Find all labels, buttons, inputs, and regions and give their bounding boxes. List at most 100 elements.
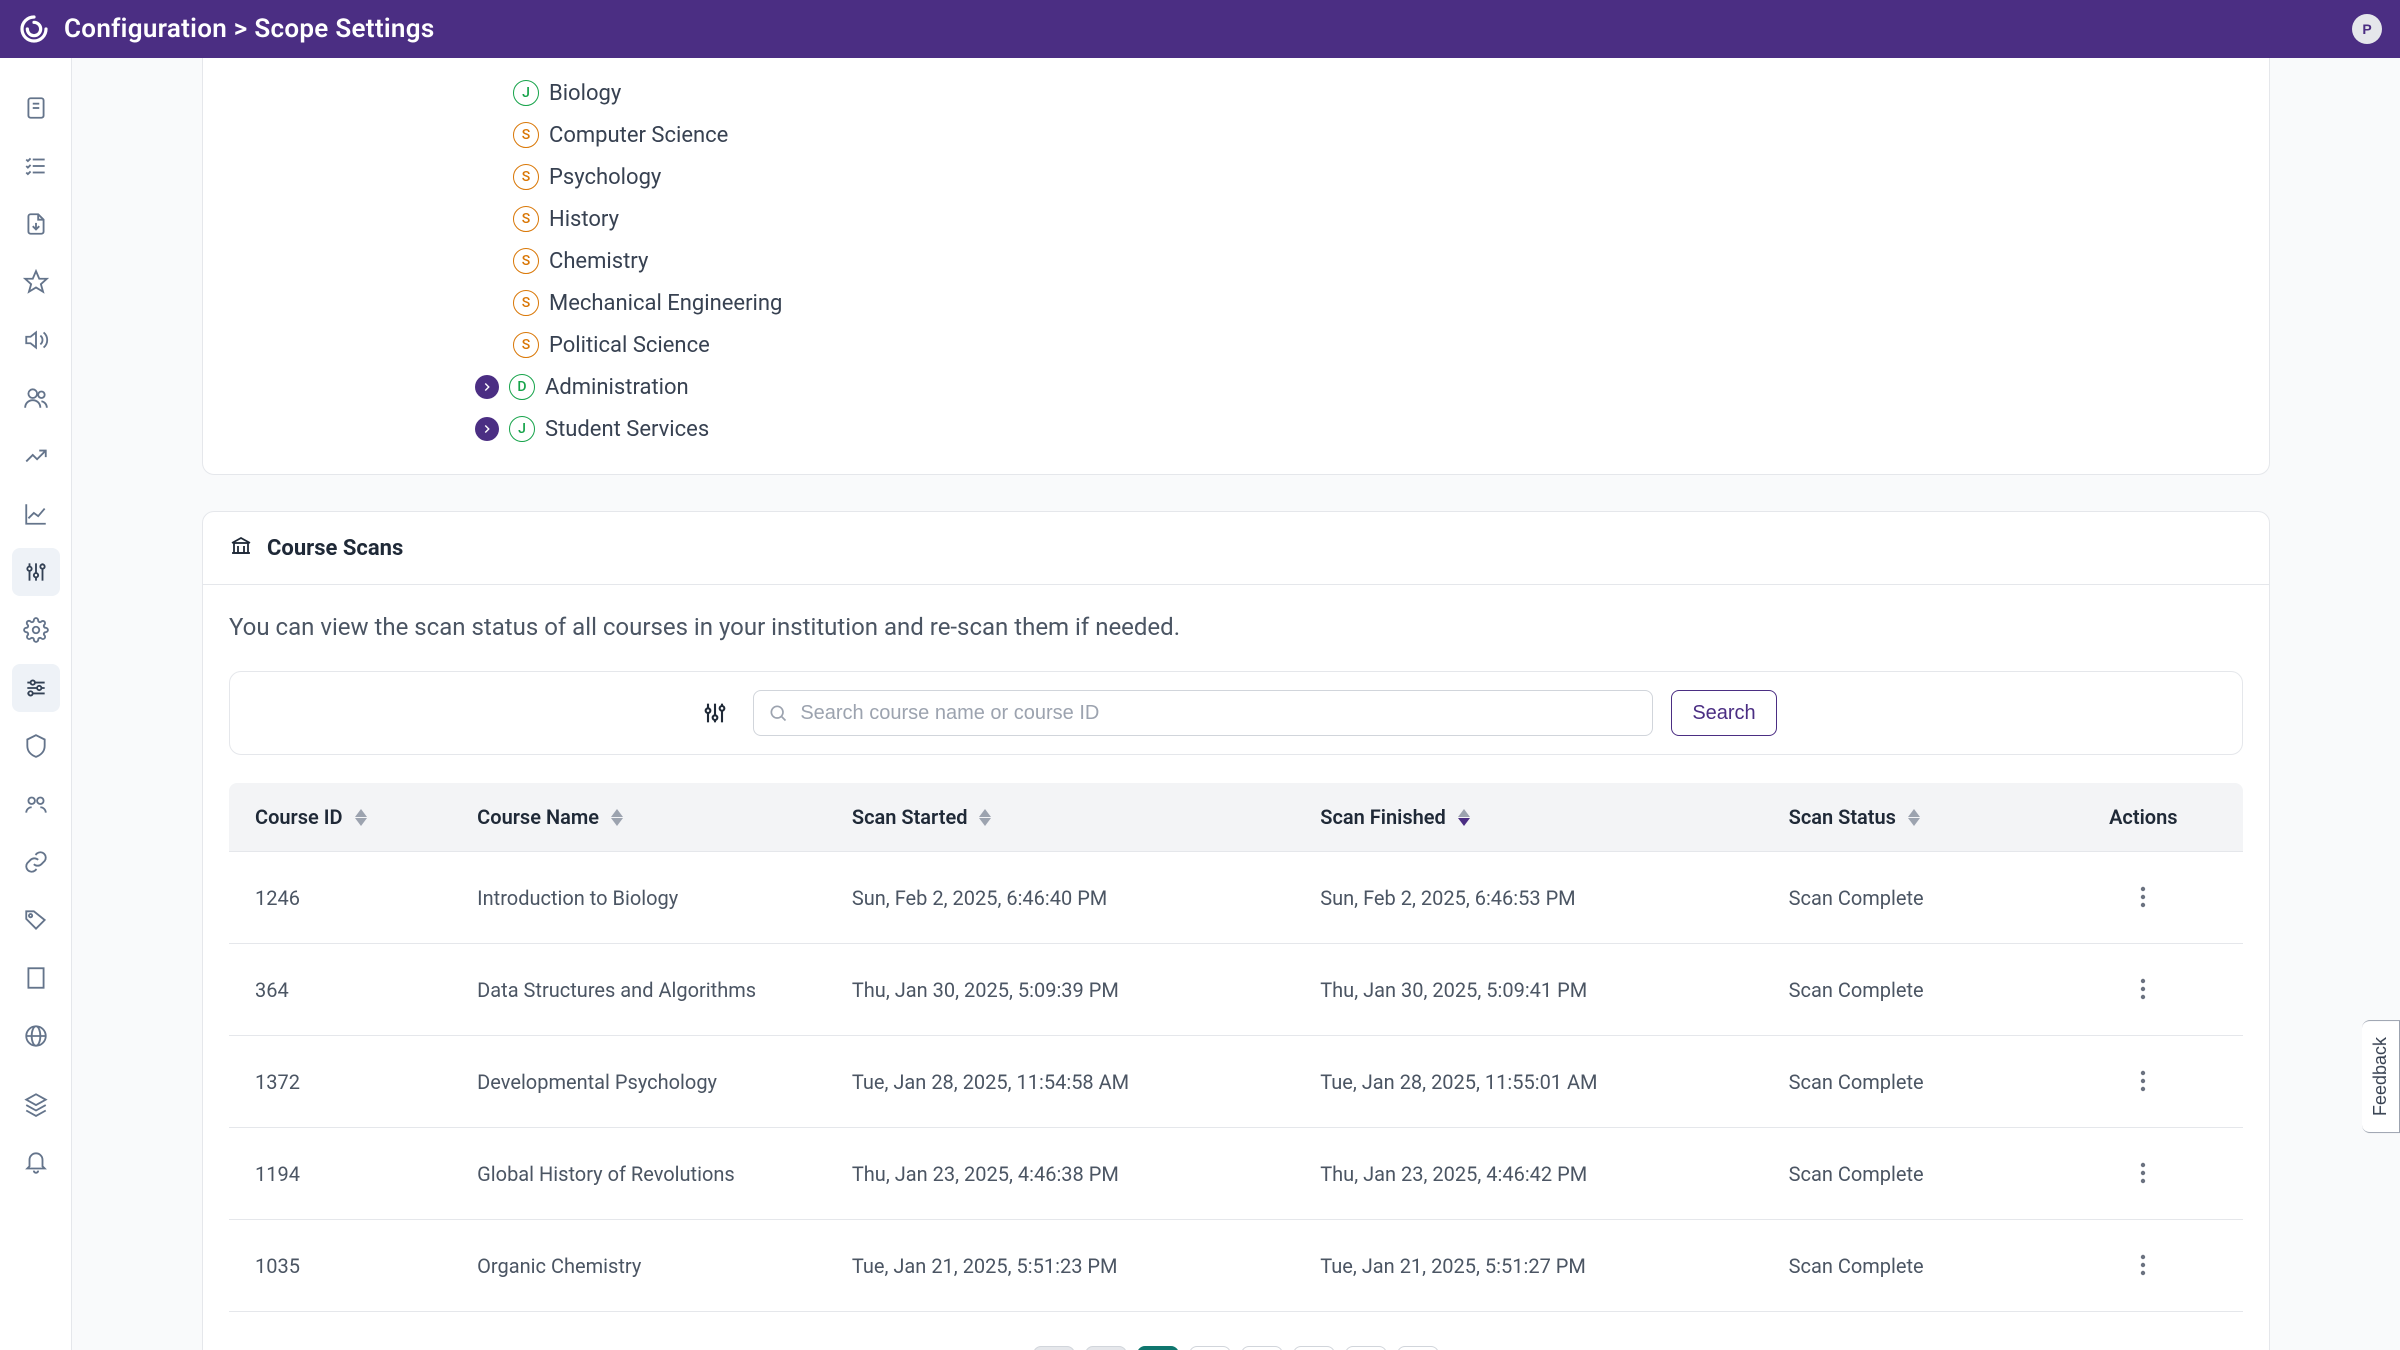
- cell-id: 1372: [229, 1036, 463, 1128]
- sort-icon: [1458, 809, 1470, 826]
- sort-icon: [1908, 809, 1920, 826]
- nav-bell-icon[interactable]: [12, 1138, 60, 1186]
- node-label: Chemistry: [549, 249, 648, 274]
- card-title: Course Scans: [267, 536, 403, 561]
- row-actions-button[interactable]: [2128, 1158, 2158, 1188]
- row-actions-button[interactable]: [2128, 974, 2158, 1004]
- cell-status: Scan Complete: [1775, 1128, 2056, 1220]
- nav-building-icon[interactable]: [12, 954, 60, 1002]
- nav-layers-icon[interactable]: [12, 1080, 60, 1128]
- nav-users-icon[interactable]: [12, 374, 60, 422]
- institution-icon: [229, 534, 253, 562]
- sort-icon: [355, 809, 367, 826]
- node-label: Psychology: [549, 165, 661, 190]
- nav-chart-line-icon[interactable]: [12, 490, 60, 538]
- node-label: History: [549, 207, 619, 232]
- main-content: JBiologySComputer ScienceSPsychologySHis…: [72, 58, 2400, 1350]
- node-label: Computer Science: [549, 123, 728, 148]
- cell-finished: Thu, Jan 30, 2025, 5:09:41 PM: [1306, 944, 1774, 1036]
- node-label: Administration: [545, 375, 689, 400]
- nav-adjust-icon[interactable]: [12, 548, 60, 596]
- page-prev: ‹: [1085, 1346, 1127, 1350]
- col-label: Scan Status: [1789, 805, 1896, 829]
- nav-shield-icon[interactable]: [12, 722, 60, 770]
- page-number[interactable]: 1: [1137, 1346, 1179, 1350]
- cell-actions: [2056, 944, 2243, 1036]
- page-next[interactable]: ›: [1345, 1346, 1387, 1350]
- cell-id: 1246: [229, 852, 463, 944]
- cell-id: 1035: [229, 1220, 463, 1312]
- nav-globe-icon[interactable]: [12, 1012, 60, 1060]
- tree-branch[interactable]: D Administration: [203, 366, 2269, 408]
- nav-import-icon[interactable]: [12, 200, 60, 248]
- page-number[interactable]: 4: [1293, 1346, 1335, 1350]
- cell-finished: Thu, Jan 23, 2025, 4:46:42 PM: [1306, 1128, 1774, 1220]
- nav-checklist-icon[interactable]: [12, 142, 60, 190]
- nav-volume-icon[interactable]: [12, 316, 60, 364]
- scope-tree-card: JBiologySComputer ScienceSPsychologySHis…: [202, 58, 2270, 475]
- col-header-scan-started[interactable]: Scan Started: [852, 805, 992, 829]
- nav-link-icon[interactable]: [12, 838, 60, 886]
- col-header-course-id[interactable]: Course ID: [255, 805, 367, 829]
- row-actions-button[interactable]: [2128, 1250, 2158, 1280]
- tree-leaf[interactable]: S History: [203, 198, 2269, 240]
- tree-leaf[interactable]: JBiology: [203, 72, 2269, 114]
- cell-started: Tue, Jan 21, 2025, 5:51:23 PM: [838, 1220, 1306, 1312]
- nav-gear-icon[interactable]: [12, 606, 60, 654]
- page-first: «: [1033, 1346, 1075, 1350]
- row-actions-button[interactable]: [2128, 882, 2158, 912]
- tree-leaf[interactable]: S Mechanical Engineering: [203, 282, 2269, 324]
- cell-actions: [2056, 1220, 2243, 1312]
- nav-star-icon[interactable]: [12, 258, 60, 306]
- tree-branch[interactable]: JStudent Services: [203, 408, 2269, 450]
- node-badge: D: [509, 374, 535, 400]
- filter-adjust-button[interactable]: [695, 693, 735, 733]
- col-header-scan-finished[interactable]: Scan Finished: [1320, 805, 1470, 829]
- node-label: Mechanical Engineering: [549, 291, 782, 316]
- nav-group-icon[interactable]: [12, 780, 60, 828]
- search-input-wrap: [753, 690, 1653, 736]
- search-input[interactable]: [800, 702, 1652, 725]
- expand-button[interactable]: [475, 375, 499, 399]
- tree-leaf[interactable]: SChemistry: [203, 240, 2269, 282]
- cell-finished: Sun, Feb 2, 2025, 6:46:53 PM: [1306, 852, 1774, 944]
- row-actions-button[interactable]: [2128, 1066, 2158, 1096]
- feedback-tab[interactable]: Feedback: [2362, 1020, 2400, 1133]
- nav-page-icon[interactable]: [12, 84, 60, 132]
- col-label: Course ID: [255, 805, 343, 829]
- nav-tag-icon[interactable]: [12, 896, 60, 944]
- cell-name: Global History of Revolutions: [463, 1128, 838, 1220]
- page-number[interactable]: 3: [1241, 1346, 1283, 1350]
- col-label: Scan Started: [852, 805, 968, 829]
- cell-finished: Tue, Jan 21, 2025, 5:51:27 PM: [1306, 1220, 1774, 1312]
- sort-icon: [611, 809, 623, 826]
- tree-leaf[interactable]: SPsychology: [203, 156, 2269, 198]
- expand-button[interactable]: [475, 417, 499, 441]
- sidebar-rail: [0, 58, 72, 1350]
- nav-trend-icon[interactable]: [12, 432, 60, 480]
- cell-id: 364: [229, 944, 463, 1036]
- node-badge: S: [513, 206, 539, 232]
- search-panel: Search: [229, 671, 2243, 755]
- col-header-scan-status[interactable]: Scan Status: [1789, 805, 1920, 829]
- avatar[interactable]: P: [2352, 14, 2382, 44]
- tree-leaf[interactable]: S Computer Science: [203, 114, 2269, 156]
- nav-sliders-icon[interactable]: [12, 664, 60, 712]
- tree-leaf[interactable]: SPolitical Science: [203, 324, 2269, 366]
- col-label: Course Name: [477, 805, 599, 829]
- cell-name: Developmental Psychology: [463, 1036, 838, 1128]
- table-row: 1246Introduction to BiologySun, Feb 2, 2…: [229, 852, 2243, 944]
- search-icon: [768, 703, 788, 723]
- node-badge: S: [513, 290, 539, 316]
- page-number[interactable]: 2: [1189, 1346, 1231, 1350]
- col-header-course-name[interactable]: Course Name: [477, 805, 623, 829]
- cell-name: Data Structures and Algorithms: [463, 944, 838, 1036]
- app-logo-icon: [18, 13, 50, 45]
- node-badge: S: [513, 122, 539, 148]
- pagination: « ‹ 1 2 3 4 › »: [203, 1312, 2269, 1350]
- search-button[interactable]: Search: [1671, 690, 1776, 736]
- node-label: Political Science: [549, 333, 710, 358]
- cell-started: Thu, Jan 23, 2025, 4:46:38 PM: [838, 1128, 1306, 1220]
- node-badge: J: [509, 416, 535, 442]
- page-last[interactable]: »: [1397, 1346, 1439, 1350]
